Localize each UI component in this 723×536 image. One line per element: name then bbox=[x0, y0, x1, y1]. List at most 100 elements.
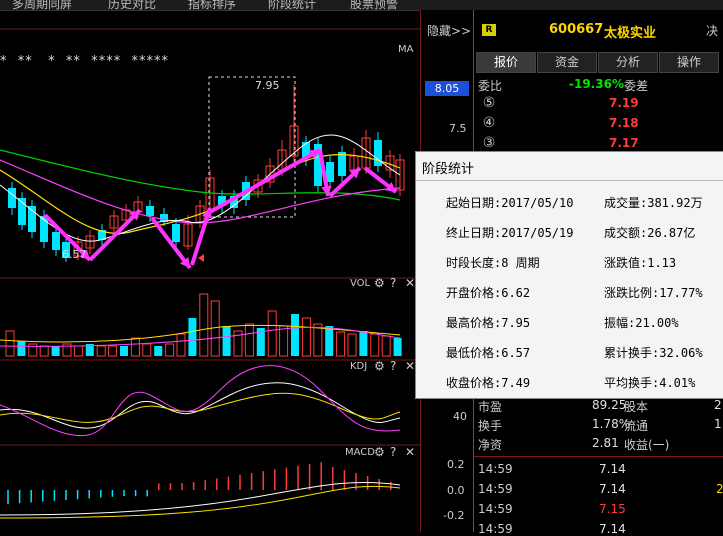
volume-bar bbox=[291, 314, 299, 356]
volume-bar bbox=[120, 346, 128, 356]
macd-bars bbox=[0, 462, 401, 519]
stat-float-label: 流通 bbox=[624, 419, 649, 433]
volume-bars bbox=[0, 293, 402, 357]
volume-bar bbox=[359, 331, 368, 356]
volume-bar bbox=[5, 330, 15, 357]
macd-dea bbox=[0, 485, 401, 519]
close-price: 收盘价格:7.49 bbox=[446, 376, 531, 390]
volume-bar bbox=[301, 317, 311, 357]
macd-axis-neg-0-2: -0.2 bbox=[443, 509, 465, 522]
tick-price: 7.15 bbox=[599, 502, 626, 516]
ask-level-3: ③ bbox=[482, 135, 496, 151]
change-percent: 涨跌比例:17.77% bbox=[604, 286, 703, 300]
gear-icon[interactable]: ⚙ bbox=[374, 445, 385, 459]
macd-panel-label: MACD bbox=[345, 447, 375, 458]
macd-dif bbox=[0, 481, 401, 516]
ask-price-3: 7.17 bbox=[609, 136, 639, 150]
tab-analysis[interactable]: 分析 bbox=[598, 52, 658, 73]
question-icon[interactable]: ? bbox=[390, 445, 396, 459]
volume-bar bbox=[244, 323, 254, 357]
candle-body bbox=[172, 224, 180, 242]
weibi-value: -19.36% bbox=[569, 77, 624, 91]
volume-bar bbox=[325, 326, 334, 356]
stat-share-value: 2 bbox=[714, 398, 722, 412]
volume-bar bbox=[313, 323, 323, 357]
ask-level-4: ④ bbox=[482, 115, 496, 131]
tick-time: 14:59 bbox=[478, 522, 513, 536]
stage-stats-popup[interactable]: 阶段统计 起始日期:2017/05/10 成交量:381.92万 终止日期:20… bbox=[415, 151, 723, 399]
kdj-d bbox=[0, 392, 401, 423]
change-value: 涨跌值:1.13 bbox=[604, 256, 677, 270]
kline-chart-svg[interactable] bbox=[0, 10, 472, 532]
close-icon[interactable]: ✕ bbox=[405, 445, 415, 459]
stat-turnover-label: 换手 bbox=[478, 419, 503, 433]
volume-bar bbox=[39, 345, 49, 357]
stat-netasset-label: 净资 bbox=[478, 438, 503, 452]
popup-title: 阶段统计 bbox=[422, 162, 475, 177]
close-icon[interactable]: ✕ bbox=[405, 276, 415, 290]
volume-bar bbox=[51, 346, 60, 356]
ma-label: MA bbox=[398, 44, 414, 55]
volume-bar bbox=[130, 337, 140, 357]
volume-bar bbox=[267, 310, 277, 357]
kdj-panel-label: KDJ bbox=[350, 361, 368, 372]
end-date: 终止日期:2017/05/19 bbox=[446, 226, 574, 240]
tick-extra: 2 bbox=[716, 482, 723, 496]
volume-bar bbox=[17, 341, 26, 356]
volume-bar bbox=[154, 346, 163, 356]
volume-bar bbox=[393, 338, 402, 356]
volume-bar bbox=[176, 333, 186, 357]
high-price-label: 7.95 bbox=[255, 79, 280, 92]
stock-code: 600667 bbox=[549, 22, 604, 37]
kline-chart-area[interactable]: * ** * ** **** ***** 7.95 6.57 MA VOL ⚙ … bbox=[0, 10, 472, 532]
vol-panel-label: VOL bbox=[350, 278, 371, 289]
macd-axis-0-0: 0.0 bbox=[447, 484, 465, 497]
weibi-label: 委比 bbox=[478, 79, 503, 93]
volume-bar bbox=[222, 326, 231, 356]
close-icon[interactable]: ✕ bbox=[405, 359, 415, 373]
volume-bar bbox=[381, 335, 391, 357]
candle-body bbox=[326, 162, 334, 182]
stat-float-value: 1 bbox=[714, 417, 722, 431]
ask-price-5: 7.19 bbox=[609, 96, 639, 110]
volume-bar bbox=[370, 333, 380, 357]
amplitude: 振幅:21.00% bbox=[604, 316, 679, 330]
question-icon[interactable]: ? bbox=[390, 276, 396, 290]
gear-icon[interactable]: ⚙ bbox=[374, 359, 385, 373]
volume-bar bbox=[28, 343, 38, 357]
volume-bar bbox=[96, 345, 106, 357]
high-price: 最高价格:7.95 bbox=[446, 316, 531, 330]
cumulative-turnover: 累计换手:32.06% bbox=[604, 346, 703, 360]
tab-quote[interactable]: 报价 bbox=[476, 52, 536, 73]
axis-tick-7-5: 7.5 bbox=[449, 122, 467, 135]
start-date: 起始日期:2017/05/10 bbox=[446, 196, 574, 210]
hide-button[interactable]: 隐藏>> bbox=[427, 22, 471, 39]
gear-icon[interactable]: ⚙ bbox=[374, 276, 385, 290]
volume-bar bbox=[210, 300, 220, 357]
kdj-lines bbox=[0, 365, 401, 437]
stat-eps-label: 收益(一) bbox=[624, 438, 670, 452]
macd-axis-0-2: 0.2 bbox=[447, 458, 465, 471]
stock-name: 太极实业 bbox=[604, 26, 657, 41]
tick-time: 14:59 bbox=[478, 502, 513, 516]
tab-funds[interactable]: 资金 bbox=[537, 52, 597, 73]
kdj-k bbox=[0, 382, 401, 429]
question-icon[interactable]: ? bbox=[390, 359, 396, 373]
volume-bar bbox=[188, 318, 197, 356]
tick-price: 7.14 bbox=[599, 462, 626, 476]
decide-button[interactable]: 决 bbox=[706, 22, 718, 39]
current-price-tag: 8.05 bbox=[425, 81, 469, 96]
r-badge: R bbox=[482, 24, 496, 36]
turnover-amount: 成交额:26.87亿 bbox=[604, 226, 696, 240]
candle-body bbox=[338, 152, 346, 176]
volume-bar bbox=[142, 343, 152, 357]
kdj-j bbox=[0, 365, 401, 437]
tab-operation[interactable]: 操作 bbox=[659, 52, 719, 73]
divider bbox=[474, 456, 723, 457]
open-price: 开盘价格:6.62 bbox=[446, 286, 531, 300]
stat-share-label: 股本 bbox=[624, 400, 649, 414]
volume-bar bbox=[336, 331, 346, 357]
volume-bar bbox=[347, 333, 357, 357]
volume-bar bbox=[279, 325, 289, 357]
stat-netasset-value: 2.81 bbox=[592, 436, 619, 450]
